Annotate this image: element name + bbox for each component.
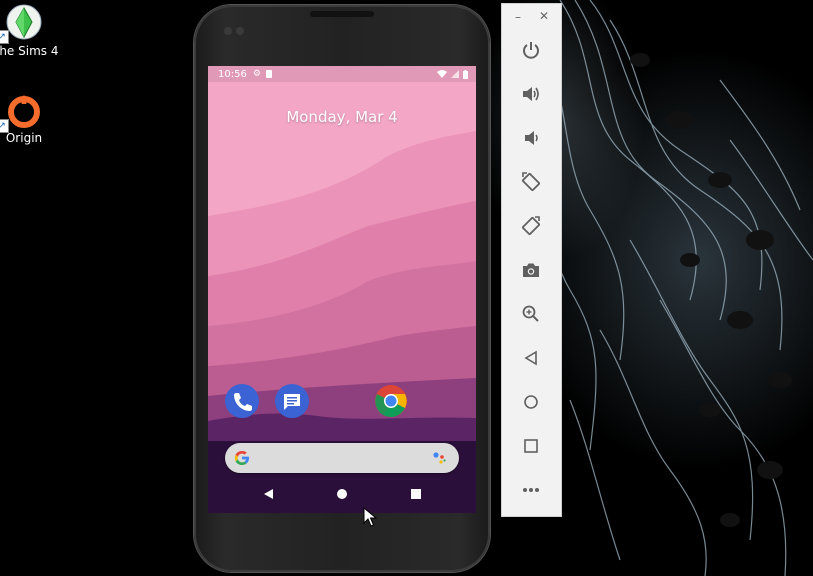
wifi-icon [437, 70, 447, 78]
date-widget[interactable]: Monday, Mar 4 [208, 108, 476, 126]
camera-icon [523, 263, 539, 277]
rotate-left-button[interactable] [516, 167, 546, 197]
overview-button[interactable] [516, 431, 546, 461]
desktop-icon-label: The Sims 4 [0, 44, 59, 58]
volume-up-button[interactable] [516, 79, 546, 109]
more-icon [523, 488, 539, 492]
earpiece-speaker [310, 11, 374, 17]
shortcut-arrow-icon: ↗ [0, 30, 9, 44]
google-g-icon [234, 451, 249, 465]
close-button[interactable]: ✕ [539, 9, 549, 23]
volume-down-icon [525, 131, 538, 145]
phone-icon [234, 393, 252, 411]
navigation-bar [208, 482, 476, 510]
status-time: 10:56 [218, 68, 247, 80]
more-button[interactable] [516, 475, 546, 505]
desktop-icon-origin[interactable]: ↗ Origin [0, 93, 56, 145]
google-search-bar[interactable] [225, 443, 459, 473]
back-button[interactable] [516, 343, 546, 373]
gear-icon: ⚙ [252, 69, 261, 79]
rotate-right-icon [522, 216, 540, 235]
sd-card-icon [265, 70, 272, 78]
chrome-app[interactable] [374, 384, 408, 418]
recents-icon[interactable] [410, 488, 422, 504]
desktop-icon-sims[interactable]: ↗ The Sims 4 [0, 4, 59, 58]
front-camera-icon [224, 27, 232, 35]
volume-up-icon [523, 87, 539, 101]
home-button[interactable] [516, 387, 546, 417]
zoom-button[interactable] [516, 299, 546, 329]
battery-icon [463, 69, 468, 79]
back-icon[interactable] [262, 488, 274, 504]
messages-icon [284, 394, 300, 410]
power-icon [523, 42, 539, 59]
mouse-cursor-icon [363, 507, 377, 527]
signal-icon [451, 70, 459, 78]
volume-down-button[interactable] [516, 123, 546, 153]
status-right-icons [437, 69, 468, 79]
back-icon [524, 350, 537, 366]
status-bar: 10:56 ⚙ [208, 66, 476, 82]
screenshot-button[interactable] [516, 255, 546, 285]
google-assistant-icon[interactable] [430, 449, 448, 467]
power-button[interactable] [516, 35, 546, 65]
phone-app[interactable] [225, 384, 259, 418]
window-controls: – ✕ [502, 9, 561, 24]
home-icon[interactable] [336, 488, 348, 504]
chrome-icon [375, 385, 407, 417]
shortcut-arrow-icon: ↗ [0, 119, 9, 133]
zoom-in-icon [522, 305, 539, 322]
rotate-left-icon [522, 172, 540, 191]
sensor-icon [236, 27, 244, 35]
origin-icon [8, 95, 40, 128]
home-icon [524, 395, 538, 409]
phone-screen[interactable]: 10:56 ⚙ Monday, Mar 4 [208, 66, 476, 513]
sims-plumbob-icon [6, 4, 42, 40]
overview-icon [524, 439, 538, 453]
messages-app[interactable] [275, 384, 309, 418]
emulator-toolbar: – ✕ [501, 3, 562, 517]
desktop-icon-label: Origin [5, 131, 43, 145]
rotate-right-button[interactable] [516, 211, 546, 241]
minimize-button[interactable]: – [515, 10, 521, 24]
